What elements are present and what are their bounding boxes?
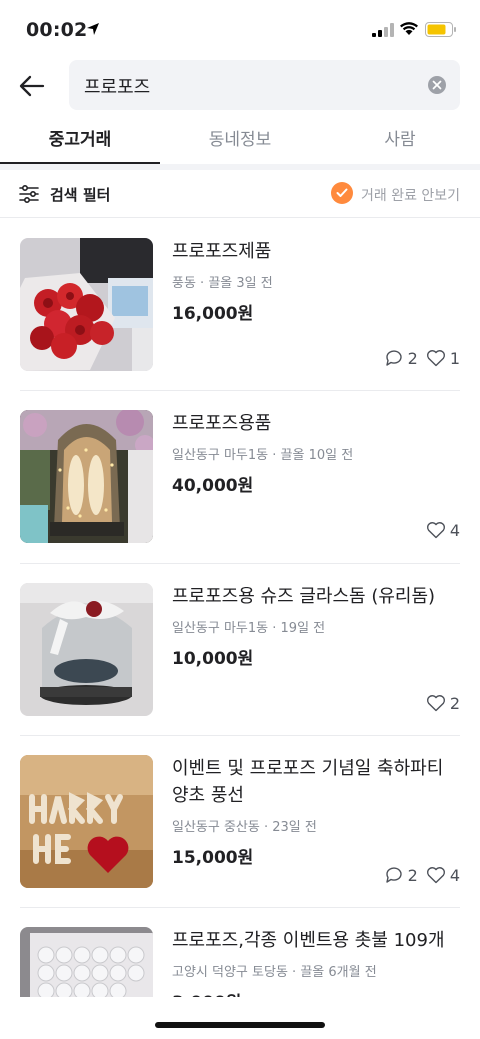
heart-icon xyxy=(426,350,445,367)
listing-meta: 일산동구 마두1동 · 19일 전 xyxy=(172,621,326,636)
clear-search-button[interactable] xyxy=(428,76,446,94)
hide-completed-checkbox[interactable] xyxy=(331,182,353,204)
candles-photo xyxy=(20,927,153,997)
listing-location: 일산동구 마두1동 xyxy=(172,448,269,463)
search-header: 프로포즈 xyxy=(0,60,480,112)
like-count-value: 4 xyxy=(449,520,460,540)
listing-title: 프로포즈용품 xyxy=(172,413,272,434)
cellular-signal-icon xyxy=(372,23,394,37)
search-filter-button[interactable]: 검색 필터 xyxy=(50,184,110,205)
heart-icon xyxy=(426,522,445,539)
listing-stats: 2 xyxy=(418,692,460,714)
chat-bubble-icon xyxy=(385,867,402,883)
listing-time: 19일 전 xyxy=(280,621,326,636)
hide-completed-label[interactable]: 거래 완료 안보기 xyxy=(361,185,460,205)
listing-price: 40,000원 xyxy=(172,476,254,496)
listing-location: 풍동 xyxy=(172,276,196,291)
listing-title: 프로포즈제품 xyxy=(172,241,272,262)
search-query: 프로포즈 xyxy=(84,77,151,98)
heart-icon xyxy=(426,867,445,884)
listing-item[interactable]: 프로포즈용품 일산동구 마두1동 · 끌올 10일 전 40,000원 4 xyxy=(0,391,480,564)
listing-title: 프로포즈용 슈즈 글라스돔 (유리돔) xyxy=(172,586,436,607)
listing-time: 끌올 10일 전 xyxy=(280,448,354,463)
listing-item[interactable]: 프로포즈제품 풍동 · 끌올 3일 전 16,000원 2 1 xyxy=(0,219,480,391)
listing-item[interactable]: 프로포즈용 슈즈 글라스돔 (유리돔) 일산동구 마두1동 · 19일 전 10… xyxy=(0,564,480,736)
location-arrow-icon xyxy=(87,23,99,35)
status-bar: 00:02 xyxy=(0,0,480,56)
listing-price: 16,000원 xyxy=(172,304,254,324)
listing-meta: 풍동 · 끌올 3일 전 xyxy=(172,276,273,291)
like-count-value: 1 xyxy=(449,348,460,368)
like-count-value: 4 xyxy=(449,865,460,885)
filter-sliders-icon[interactable] xyxy=(18,183,40,205)
chat-bubble-icon xyxy=(385,350,402,366)
tab-neighborhood-info[interactable]: 동네정보 xyxy=(160,122,320,166)
battery-icon xyxy=(425,22,456,37)
like-count: 2 xyxy=(426,694,460,713)
check-icon xyxy=(336,188,348,197)
listing-meta: 일산동구 중산동 · 23일 전 xyxy=(172,820,317,835)
listing-location: 고양시 덕양구 토당동 xyxy=(172,965,288,980)
listing-location: 일산동구 중산동 xyxy=(172,820,260,835)
tab-people[interactable]: 사람 xyxy=(320,122,480,166)
like-count: 4 xyxy=(426,521,460,540)
balloons-photo xyxy=(20,755,153,888)
listing-time: 끌올 3일 전 xyxy=(208,276,273,291)
back-button[interactable] xyxy=(16,70,48,102)
listing-title: 이벤트 및 프로포즈 기념일 축하파티 양초 풍선 xyxy=(172,758,444,806)
like-count: 4 xyxy=(426,866,460,885)
tab-used-goods[interactable]: 중고거래 xyxy=(0,122,160,166)
status-time: 00:02 xyxy=(26,19,88,41)
listing-stats: 2 4 xyxy=(376,864,460,886)
listing-meta: 고양시 덕양구 토당동 · 끌올 6개월 전 xyxy=(172,965,377,980)
listing-stats: 4 xyxy=(418,519,460,541)
roses-photo xyxy=(20,238,153,371)
like-count: 1 xyxy=(426,349,460,368)
tab-bar: 중고거래 동네정보 사람 xyxy=(0,122,480,166)
listing-price: 3,000원 xyxy=(172,988,241,997)
listing-time: 끌올 6개월 전 xyxy=(300,965,377,980)
chat-count-value: 2 xyxy=(407,348,418,368)
listing-location: 일산동구 마두1동 xyxy=(172,621,269,636)
listing-time: 23일 전 xyxy=(272,820,317,835)
listing-stats: 2 1 xyxy=(376,347,460,369)
chat-count: 2 xyxy=(384,348,418,368)
home-indicator[interactable] xyxy=(155,1022,325,1028)
heart-icon xyxy=(426,695,445,712)
listing-title: 프로포즈,각종 이벤트용 촛불 109개 xyxy=(172,930,445,951)
listing-item[interactable]: 프로포즈,각종 이벤트용 촛불 109개 고양시 덕양구 토당동 · 끌올 6개… xyxy=(0,908,480,997)
listing-price: 10,000원 xyxy=(172,649,254,669)
chat-count: 2 xyxy=(384,865,418,885)
like-count-value: 2 xyxy=(449,693,460,713)
glass-shoes-photo xyxy=(20,410,153,543)
wifi-icon xyxy=(400,22,418,35)
listing-price: 15,000원 xyxy=(172,848,254,868)
listing-list: 프로포즈제품 풍동 · 끌올 3일 전 16,000원 2 1 프로포즈용품 일… xyxy=(0,219,480,997)
chat-count-value: 2 xyxy=(407,865,418,885)
close-icon xyxy=(432,80,442,90)
back-arrow-icon xyxy=(19,75,45,97)
search-input[interactable]: 프로포즈 xyxy=(69,60,460,110)
listing-item[interactable]: 이벤트 및 프로포즈 기념일 축하파티 양초 풍선 일산동구 중산동 · 23일… xyxy=(0,736,480,908)
listing-meta: 일산동구 마두1동 · 끌올 10일 전 xyxy=(172,448,354,463)
glass-dome-photo xyxy=(20,583,153,716)
filter-row: 검색 필터 거래 완료 안보기 xyxy=(0,170,480,218)
